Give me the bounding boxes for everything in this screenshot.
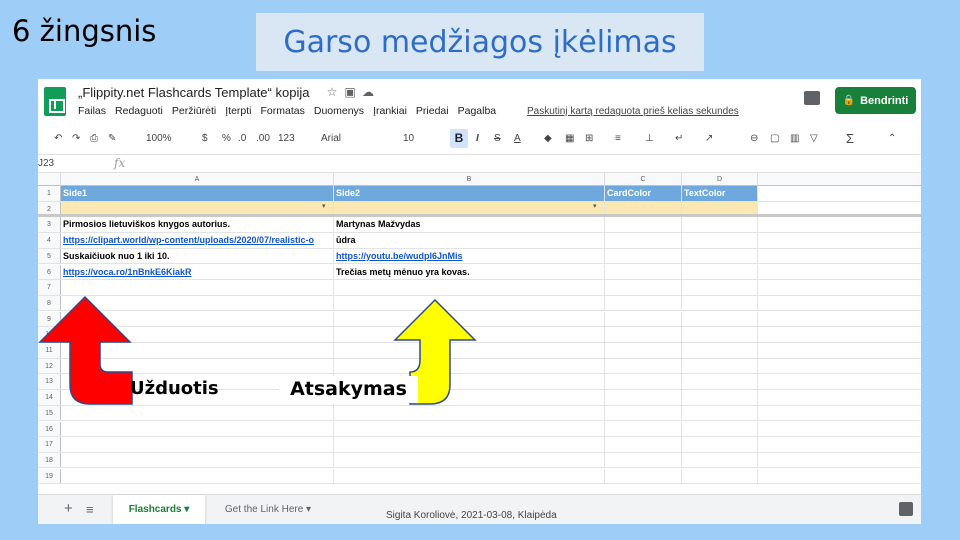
slide-footer: Sigita Koroliovė, 2021-03-08, Klaipėda (386, 510, 557, 521)
answer-label: Atsakymas (279, 376, 418, 403)
task-label: Užduotis (130, 378, 219, 399)
arrows-overlay (38, 295, 477, 405)
task-arrow (38, 295, 133, 405)
